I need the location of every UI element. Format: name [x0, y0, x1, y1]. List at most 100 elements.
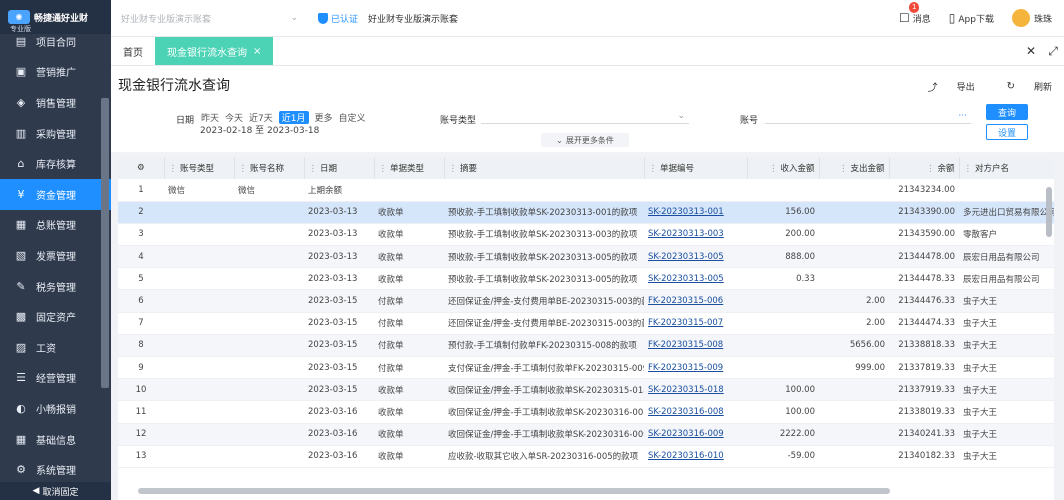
query-button[interactable]: 查询 — [986, 104, 1028, 120]
table-cell[interactable]: SK-20230316-008 — [644, 400, 747, 424]
column-header[interactable]: ⋮ 支出金额 — [819, 157, 890, 179]
table-cell[interactable] — [644, 179, 747, 202]
drag-handle-icon[interactable]: ⋮ — [769, 164, 778, 174]
messages-button[interactable]: ☐ 1 消息 — [899, 2, 931, 25]
sidebar-item-15[interactable]: ⚙ 系统管理 — [0, 454, 111, 485]
table-cell[interactable]: SK-20230313-005 — [644, 267, 747, 291]
drag-handle-icon[interactable]: ⋮ — [649, 164, 658, 174]
table-cell[interactable]: SK-20230315-018 — [644, 378, 747, 402]
column-header[interactable]: ⋮ 摘要 — [444, 157, 645, 179]
drag-handle-icon[interactable]: ⋮ — [169, 164, 178, 174]
table-cell — [234, 334, 304, 358]
column-header[interactable]: ⋮ 收入金额 — [747, 157, 820, 179]
table-row[interactable]: 6 2023-03-15 付款单 还回保证金/押金-支付费用单BE-20230315-… — [118, 289, 1054, 313]
top-bar: 好业财专业版演示账套 ⌄ 已认证 好业财专业版演示账套 ☐ 1 消息 ▯ App… — [111, 0, 1064, 37]
user-menu[interactable]: 珠珠 — [1011, 9, 1052, 27]
sidebar-item-14[interactable]: ▦ 基础信息 — [0, 424, 111, 455]
sidebar-item-3[interactable]: ◈ 销售管理 — [0, 87, 111, 118]
export-button[interactable]: ⤴ 导出 — [912, 79, 975, 94]
table-cell[interactable]: SK-20230313-001 — [644, 201, 747, 224]
table-cell: 虫子大王 — [959, 445, 1054, 468]
table-row[interactable]: 1 微信 微信 上期余额 21343234.00 — [118, 179, 1054, 202]
gear-icon[interactable]: ⚙ — [137, 163, 145, 173]
table-row[interactable]: 12 2023-03-16 收款单 收回保证金/押金-手工填制收款单SK-202303… — [118, 423, 1054, 446]
table-cell[interactable]: FK-20230315-009 — [644, 356, 747, 380]
unpin-sidebar-button[interactable]: ◀ 取消固定 — [0, 482, 111, 500]
sidebar-item-7[interactable]: ▦ 总账管理 — [0, 210, 111, 241]
table-row[interactable]: 4 2023-03-13 收款单 预收款-手工填制收款单SK-20230313-005… — [118, 245, 1054, 269]
sidebar-item-11[interactable]: ▨ 工资 — [0, 332, 111, 363]
drag-handle-icon[interactable]: ⋮ — [239, 164, 248, 174]
table-row[interactable]: 13 2023-03-16 收款单 应收款-收取其它收入单SR-20230316-00… — [118, 445, 1054, 468]
purchase-icon: ▥ — [15, 126, 27, 140]
table-cell — [234, 289, 304, 313]
expand-conditions-button[interactable]: ⌄ 展开更多条件 — [541, 133, 629, 147]
sidebar-item-label: 固定资产 — [36, 313, 76, 325]
sidebar-item-12[interactable]: ☰ 经营管理 — [0, 363, 111, 394]
drag-handle-icon[interactable]: ⋮ — [309, 164, 318, 174]
sidebar-scrollbar[interactable] — [101, 98, 109, 388]
table-cell[interactable]: SK-20230316-010 — [644, 445, 747, 468]
app-download-button[interactable]: ▯ App下载 — [949, 11, 994, 25]
drag-handle-icon[interactable]: ⋮ — [839, 164, 848, 174]
fullscreen-icon[interactable]: ⤢ — [1042, 44, 1064, 59]
table-row[interactable]: 11 2023-03-16 收款单 收回保证金/押金-手工填制收款单SK-202303… — [118, 400, 1054, 424]
table-cell: 21337819.33 — [889, 356, 959, 380]
table-horizontal-scrollbar[interactable] — [138, 488, 890, 494]
table-row[interactable]: 8 2023-03-15 付款单 预付款-手工填制付款单FK-20230315-008… — [118, 334, 1054, 358]
drag-handle-icon[interactable]: ⋮ — [964, 164, 973, 174]
table-cell[interactable]: SK-20230313-003 — [644, 223, 747, 247]
column-header[interactable]: ⋮ 单据类型 — [374, 157, 445, 179]
column-header[interactable]: ⋮ 账号名称 — [234, 157, 305, 179]
sidebar-item-10[interactable]: ▩ 固定资产 — [0, 301, 111, 332]
close-tab-icon[interactable]: × — [253, 46, 261, 57]
sidebar-item-6[interactable]: ¥ 资金管理 — [0, 178, 111, 210]
table-row[interactable]: 9 2023-03-15 付款单 支付保证金/押金-手工填制付款单FK-2023031… — [118, 356, 1054, 380]
table-cell: 2.00 — [819, 289, 889, 313]
sidebar-item-13[interactable]: ◐ 小畅报销 — [0, 393, 111, 424]
refresh-button[interactable]: ↻ 刷新 — [991, 79, 1052, 94]
table-row[interactable]: 10 2023-03-15 收款单 收回保证金/押金-手工填制收款单SK-202303… — [118, 378, 1054, 402]
table-cell[interactable]: FK-20230315-008 — [644, 334, 747, 358]
column-header[interactable]: ⋮ 日期 — [304, 157, 375, 179]
column-header[interactable]: ⋮ 账号类型 — [164, 157, 235, 179]
refresh-label: 刷新 — [1033, 83, 1052, 93]
table-cell — [164, 400, 234, 424]
sidebar-item-4[interactable]: ▥ 采购管理 — [0, 118, 111, 149]
table-cell[interactable]: FK-20230315-007 — [644, 312, 747, 335]
account-select[interactable]: 好业财专业版演示账套 ⌄ — [121, 8, 306, 28]
tab-home[interactable]: 首页 — [111, 37, 155, 65]
sidebar-item-8[interactable]: ▧ 发票管理 — [0, 240, 111, 271]
verified-status[interactable]: 已认证 — [318, 12, 358, 25]
account-input[interactable]: ··· — [765, 108, 971, 124]
date-chip[interactable]: 自定义 — [339, 111, 366, 124]
table-cell[interactable]: FK-20230315-006 — [644, 289, 747, 313]
table-cell — [234, 400, 304, 424]
table-cell: 4 — [118, 245, 164, 269]
table-vertical-scrollbar[interactable] — [1046, 187, 1052, 237]
table-row[interactable]: 7 2023-03-15 付款单 还回保证金/押金-支付费用单BE-20230315-… — [118, 312, 1054, 335]
column-header[interactable]: ⋮ 余额 — [889, 157, 960, 179]
column-header[interactable]: ⋮ 对方户名 — [959, 157, 1054, 179]
sidebar-item-2[interactable]: ▣ 营销推广 — [0, 57, 111, 88]
table-row[interactable]: 2 2023-03-13 收款单 预收款-手工填制收款单SK-20230313-001… — [118, 201, 1054, 224]
more-icon[interactable]: ··· — [958, 111, 967, 121]
column-settings-header[interactable]: ⚙ — [118, 157, 165, 179]
drag-handle-icon[interactable]: ⋮ — [379, 164, 388, 174]
settings-button[interactable]: 设置 — [986, 124, 1028, 140]
tab-cash-bank-flow[interactable]: 现金银行流水查询 × — [155, 37, 274, 65]
close-all-icon[interactable]: ✕ — [1020, 44, 1042, 58]
table-cell — [374, 179, 444, 202]
table-row[interactable]: 3 2023-03-13 收款单 预收款-手工填制收款单SK-20230313-003… — [118, 223, 1054, 247]
table-row[interactable]: 5 2023-03-13 收款单 预收款-手工填制收款单SK-20230313-005… — [118, 267, 1054, 291]
column-header-label: 对方户名 — [975, 164, 1010, 174]
account-type-select[interactable]: ⌄ — [481, 108, 689, 124]
table-cell[interactable]: SK-20230313-005 — [644, 245, 747, 269]
sidebar-item-9[interactable]: ✎ 税务管理 — [0, 271, 111, 302]
table-cell[interactable]: SK-20230316-009 — [644, 423, 747, 446]
drag-handle-icon[interactable]: ⋮ — [926, 164, 935, 174]
drag-handle-icon[interactable]: ⋮ — [449, 164, 458, 174]
date-range-value[interactable]: 2023-02-18 至 2023-03-18 — [200, 123, 319, 136]
column-header[interactable]: ⋮ 单据编号 — [644, 157, 748, 179]
sidebar-item-5[interactable]: ⌂ 库存核算 — [0, 148, 111, 179]
